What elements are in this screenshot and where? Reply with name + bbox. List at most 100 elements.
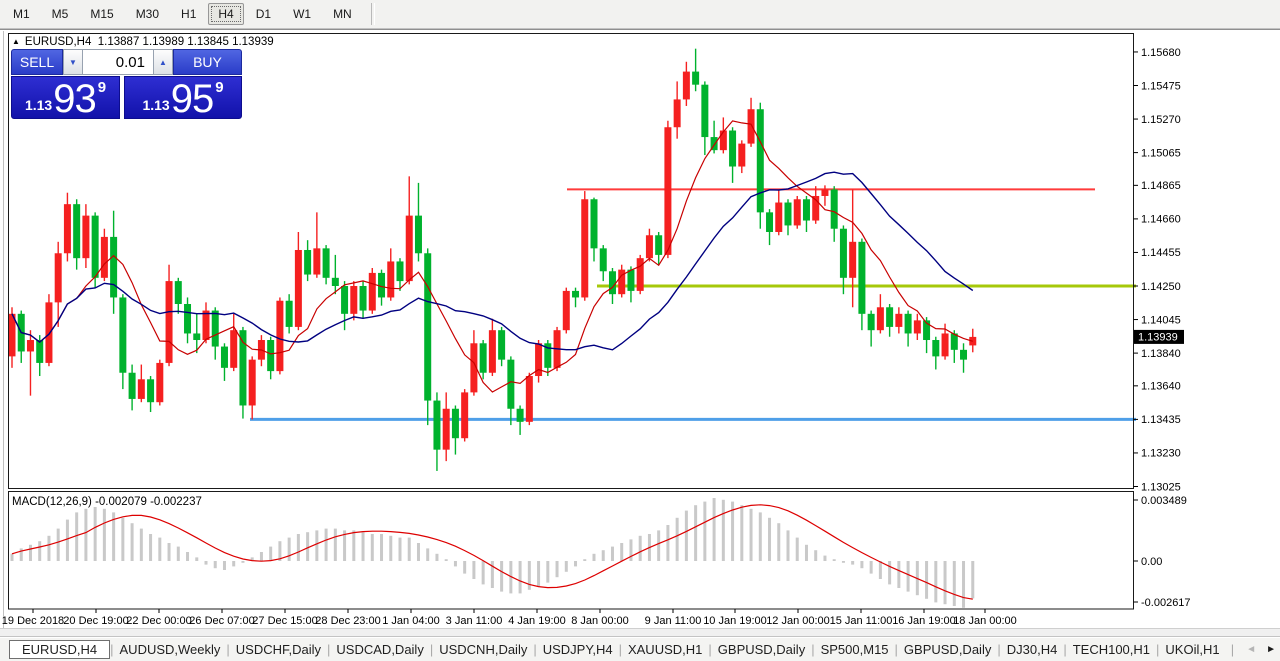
macd-bar — [445, 559, 448, 561]
macd-bar — [574, 561, 577, 566]
time-axis-label: 3 Jan 11:00 — [446, 615, 503, 627]
bottom-tab-GBPUSD-Daily[interactable]: GBPUSD,Daily — [712, 640, 811, 659]
macd-bar — [306, 532, 309, 561]
chart-window[interactable]: 1.156801.154751.152701.150651.148651.146… — [0, 29, 1280, 628]
lot-decrease-button[interactable]: ▼ — [63, 49, 83, 75]
buy-price-display[interactable]: 1.13 95 9 — [124, 76, 242, 119]
price-axis[interactable]: 1.156801.154751.152701.150651.148651.146… — [1134, 47, 1181, 494]
buy-button[interactable]: BUY — [173, 49, 242, 75]
bottom-tab-SP500-M15[interactable]: SP500,M15 — [815, 640, 895, 659]
candle-body — [720, 131, 727, 151]
bottom-tab-USDCAD-Daily[interactable]: USDCAD,Daily — [330, 640, 429, 659]
macd-bar — [593, 554, 596, 561]
macd-bar — [149, 534, 152, 561]
bottom-tab-USDCNH-Daily[interactable]: USDCNH,Daily — [433, 640, 533, 659]
candle-body — [840, 229, 847, 278]
time-axis[interactable]: 19 Dec 201820 Dec 19:0022 Dec 00:0026 De… — [2, 609, 1017, 627]
macd-bar — [186, 552, 189, 561]
bottom-tab-XAUUSD-H1[interactable]: XAUUSD,H1 — [622, 640, 708, 659]
candle-body — [267, 340, 274, 371]
buy-price-big: 95 — [171, 80, 214, 118]
bottom-tab-UKOil-H1[interactable]: UKOil,H1 — [1159, 640, 1225, 659]
sell-price-display[interactable]: 1.13 93 9 — [11, 76, 120, 119]
timeframe-button-M15[interactable]: M15 — [80, 3, 123, 25]
macd-bar — [214, 561, 217, 568]
price-axis-label: 1.13640 — [1141, 381, 1181, 393]
candle-body — [729, 131, 736, 167]
macd-bar — [851, 561, 854, 565]
macd-bar — [241, 561, 244, 563]
timeframe-button-H4[interactable]: H4 — [208, 3, 243, 25]
macd-bar — [260, 552, 263, 561]
timeframe-button-M1[interactable]: M1 — [3, 3, 40, 25]
macd-bar — [11, 554, 14, 561]
candle-body — [517, 409, 524, 422]
timeframe-button-D1[interactable]: D1 — [246, 3, 281, 25]
timeframe-button-M30[interactable]: M30 — [126, 3, 169, 25]
candle-body — [932, 340, 939, 356]
candle-body — [92, 216, 99, 278]
candle-body — [480, 343, 487, 372]
macd-bar — [666, 525, 669, 561]
one-click-trading-panel: SELL ▼ ▲ BUY 1.13 93 9 1.13 95 9 — [11, 49, 242, 119]
candle-body — [36, 340, 43, 363]
time-axis-label: 15 Jan 11:00 — [830, 615, 893, 627]
candle-body — [313, 248, 320, 274]
bottom-tab-DJ30-H4[interactable]: DJ30,H4 — [1001, 640, 1064, 659]
macd-bar — [205, 561, 208, 565]
candle-body — [110, 237, 117, 298]
candle-body — [498, 330, 505, 359]
toolbar-separator — [371, 3, 375, 25]
candle-body — [203, 311, 210, 340]
macd-bar — [84, 509, 87, 561]
bottom-tab-GBPUSD-Daily[interactable]: GBPUSD,Daily — [898, 640, 997, 659]
buy-price-prefix: 1.13 — [142, 97, 169, 113]
timeframe-button-M5[interactable]: M5 — [42, 3, 79, 25]
candle-body — [637, 258, 644, 291]
candle-body — [609, 271, 616, 294]
macd-bar — [315, 530, 318, 561]
bottom-tab-USDCHF-Daily[interactable]: USDCHF,Daily — [230, 640, 327, 659]
macd-bar — [195, 557, 198, 561]
lot-increase-button[interactable]: ▲ — [153, 49, 173, 75]
bottom-tab-TECH100-H1[interactable]: TECH100,H1 — [1067, 640, 1156, 659]
timeframe-button-W1[interactable]: W1 — [283, 3, 321, 25]
tab-separator: | — [1231, 642, 1234, 657]
candle-body — [45, 302, 52, 363]
macd-bar — [528, 561, 531, 590]
sell-button[interactable]: SELL — [11, 49, 63, 75]
candle-body — [794, 199, 801, 225]
bottom-tab-USDJPY-H4[interactable]: USDJPY,H4 — [537, 640, 619, 659]
candle-body — [101, 237, 108, 278]
chart-ohlc-values: 1.13887 1.13989 1.13845 1.13939 — [98, 36, 274, 48]
candle-body — [138, 379, 145, 399]
candle-body — [821, 189, 828, 196]
macd-bar — [352, 530, 355, 561]
macd-bar — [694, 505, 697, 561]
macd-bar — [417, 543, 420, 561]
macd-bar — [750, 509, 753, 561]
bottom-tab-AUDUSD-Weekly[interactable]: AUDUSD,Weekly — [114, 640, 227, 659]
candle-body — [461, 392, 468, 438]
candle-body — [738, 144, 745, 167]
macd-axis[interactable]: 0.0034890.00-0.002617 — [1134, 495, 1191, 609]
price-axis-label: 1.13840 — [1141, 348, 1181, 360]
tab-scroll-left-icon[interactable]: ◄ — [1246, 644, 1256, 655]
macd-bar — [472, 561, 475, 579]
bottom-tab-EURUSD-H4[interactable]: EURUSD,H4 — [9, 640, 110, 659]
chart-hscrollbar[interactable] — [0, 628, 1280, 637]
macd-bar — [38, 541, 41, 561]
time-axis-label: 18 Jan 00:00 — [953, 615, 1017, 627]
timeframe-button-MN[interactable]: MN — [323, 3, 362, 25]
candle-body — [424, 253, 431, 400]
macd-axis-label: 0.003489 — [1141, 495, 1187, 507]
time-axis-label: 16 Jan 19:00 — [892, 615, 956, 627]
candle-body — [166, 281, 173, 363]
time-axis-label: 10 Jan 19:00 — [703, 615, 767, 627]
tab-scroll-right-icon[interactable]: ► — [1266, 644, 1276, 655]
timeframe-button-H1[interactable]: H1 — [171, 3, 206, 25]
tab-scroll-nav: | ◄ ► — [1231, 638, 1276, 661]
lot-size-input[interactable] — [83, 49, 153, 75]
macd-bar — [556, 561, 559, 577]
macd-bar — [879, 561, 882, 579]
